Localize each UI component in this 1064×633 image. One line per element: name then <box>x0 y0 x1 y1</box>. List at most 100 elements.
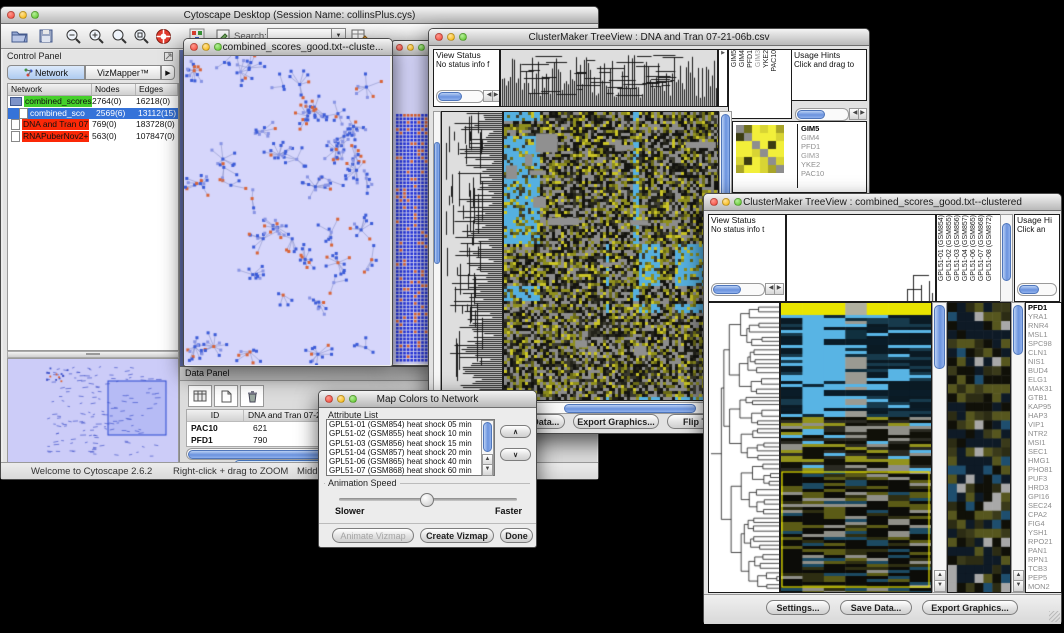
move-up-button[interactable]: ∧ <box>500 425 531 438</box>
tv1-heatmap-canvas[interactable] <box>503 111 719 401</box>
create-vizmap-button[interactable]: Create Vizmap <box>420 528 494 543</box>
tv2-save-data-button[interactable]: Save Data... <box>840 600 912 615</box>
tv2-heatmap-vscrollbar[interactable]: ▲ ▼ <box>932 302 947 593</box>
window-controls[interactable] <box>710 198 742 206</box>
gene-label[interactable]: CLN1 <box>1028 348 1061 357</box>
close-button[interactable] <box>190 43 198 51</box>
column-label[interactable]: GPL51-08 (GSM872) <box>986 215 994 281</box>
tab-vizmapper[interactable]: VizMapper™ <box>85 65 161 80</box>
col-network[interactable]: Network <box>8 84 92 95</box>
tv2-settings-button[interactable]: Settings... <box>766 600 830 615</box>
minimize-button[interactable] <box>407 44 414 51</box>
close-button[interactable] <box>710 198 718 206</box>
float-panel-icon[interactable] <box>164 52 173 61</box>
network-row-selected[interactable]: combined_sco 2569(6) 13112(15) <box>8 108 178 120</box>
tab-network[interactable]: Network <box>7 65 85 80</box>
tv1-export-graphics-button[interactable]: Export Graphics... <box>573 414 659 429</box>
tv2-row-dendrogram-canvas[interactable] <box>708 302 780 593</box>
gene-label[interactable]: SPC98 <box>1028 339 1061 348</box>
tv2-heatmap-canvas[interactable] <box>780 302 932 593</box>
window-controls[interactable] <box>7 11 39 19</box>
row-label[interactable]: GIM3 <box>801 151 867 160</box>
tv2-export-graphics-button[interactable]: Export Graphics... <box>922 600 1018 615</box>
attribute-item[interactable]: GPL51-01 (GSM854) heat shock 05 min <box>327 420 494 429</box>
column-label[interactable]: PAC10 <box>771 50 779 72</box>
tv1-hints-hscrollbar[interactable] <box>795 108 849 121</box>
scroll-right-arrow[interactable]: ▶ <box>774 283 784 295</box>
gene-label[interactable]: RNR4 <box>1028 321 1061 330</box>
scroll-down-arrow[interactable]: ▼ <box>482 464 493 476</box>
network-row-rnapuber[interactable]: RNAPuberNov2+ 563(0) 107847(0) <box>8 131 178 143</box>
move-down-button[interactable]: ∨ <box>500 448 531 461</box>
window-controls[interactable] <box>190 43 222 51</box>
network-titlebar[interactable]: combined_scores_good.txt--cluste... <box>184 39 392 56</box>
dialog-titlebar[interactable]: Map Colors to Network <box>319 391 536 408</box>
scroll-down-arrow[interactable]: ▼ <box>1013 580 1024 592</box>
row-label[interactable]: PAC10 <box>801 169 867 178</box>
attribute-item[interactable]: GPL51-02 (GSM855) heat shock 10 min <box>327 429 494 438</box>
zoom-button[interactable] <box>459 33 467 41</box>
col-edges[interactable]: Edges <box>136 84 178 95</box>
gene-label[interactable]: MAK31 <box>1028 384 1061 393</box>
network-row-combined-scores[interactable]: combined_scores 2764(0) 16218(0) <box>8 96 178 108</box>
column-label[interactable]: YKE2 <box>763 50 771 68</box>
row-label[interactable]: PFD1 <box>801 142 867 151</box>
column-label[interactable]: GPL51-07 (GSM868) <box>978 215 986 281</box>
minimize-button[interactable] <box>337 395 345 403</box>
zoom-button[interactable] <box>31 11 39 19</box>
tv1-similarity-matrix-canvas[interactable] <box>736 125 784 173</box>
panel-splitter[interactable] <box>7 351 179 358</box>
resize-grip[interactable] <box>1049 611 1060 622</box>
id-column-header[interactable]: ID <box>187 410 244 421</box>
gene-label[interactable]: KAP95 <box>1028 402 1061 411</box>
row-label[interactable]: GIM5 <box>801 124 867 133</box>
tv2-zoomed-heatmap-canvas[interactable] <box>947 302 1011 593</box>
column-label[interactable]: GIM4 <box>739 50 747 67</box>
close-button[interactable] <box>325 395 333 403</box>
zoom-fit-icon[interactable] <box>109 27 129 45</box>
main-titlebar[interactable]: Cytoscape Desktop (Session Name: collins… <box>1 7 598 24</box>
treeview1-titlebar[interactable]: ClusterMaker TreeView : DNA and Tran 07-… <box>429 29 869 46</box>
gene-label[interactable]: SEC24 <box>1028 501 1061 510</box>
zoom-button[interactable] <box>418 44 425 51</box>
column-label[interactable]: PFD1 <box>747 50 755 68</box>
gene-label[interactable]: PAN1 <box>1028 546 1061 555</box>
zoom-button[interactable] <box>214 43 222 51</box>
attribute-item[interactable]: GPL51-06 (GSM865) heat shock 40 min <box>327 457 494 466</box>
network-canvas[interactable] <box>184 56 390 365</box>
done-button[interactable]: Done <box>500 528 533 543</box>
gene-label[interactable]: YSH1 <box>1028 528 1061 537</box>
gene-label[interactable]: TCB3 <box>1028 564 1061 573</box>
tab-overflow-arrow[interactable]: ▶ <box>161 65 175 80</box>
gene-label[interactable]: PEP5 <box>1028 573 1061 582</box>
gene-label[interactable]: MON2 <box>1028 582 1061 591</box>
column-label[interactable]: GIM5 <box>731 50 739 67</box>
animate-vizmap-button[interactable]: Animate Vizmap <box>332 528 414 543</box>
zoom-button[interactable] <box>349 395 357 403</box>
gene-label[interactable]: CPA2 <box>1028 510 1061 519</box>
open-file-button[interactable] <box>9 27 29 45</box>
gene-label[interactable]: HMG1 <box>1028 456 1061 465</box>
treeview2-titlebar[interactable]: ClusterMaker TreeView : combined_scores_… <box>704 194 1061 211</box>
tv2-zoom-vscrollbar[interactable]: ▲ ▼ <box>1011 302 1025 593</box>
close-button[interactable] <box>7 11 15 19</box>
animation-slider-thumb[interactable] <box>420 493 434 507</box>
col-nodes[interactable]: Nodes <box>92 84 136 95</box>
attribute-item[interactable]: GPL51-07 (GSM868) heat shock 60 min <box>327 466 494 475</box>
gene-label[interactable]: NIS1 <box>1028 357 1061 366</box>
minimize-button[interactable] <box>202 43 210 51</box>
scroll-down-arrow[interactable]: ▼ <box>934 580 946 592</box>
gene-label[interactable]: GPI16 <box>1028 492 1061 501</box>
zoom-selected-icon[interactable] <box>131 27 151 45</box>
minimize-button[interactable] <box>19 11 27 19</box>
gene-label[interactable]: BUD4 <box>1028 366 1061 375</box>
delete-attribute-trash-icon[interactable] <box>240 385 264 407</box>
tv1-row-dendrogram-canvas[interactable] <box>441 111 503 401</box>
attribute-list-vscrollbar[interactable]: ▲ ▼ <box>481 420 494 475</box>
gene-label[interactable]: FIG4 <box>1028 519 1061 528</box>
gene-label[interactable]: RPO21 <box>1028 537 1061 546</box>
row-label[interactable]: GIM4 <box>801 133 867 142</box>
tv1-status-hscrollbar[interactable] <box>436 90 484 103</box>
gene-label[interactable]: GTB1 <box>1028 393 1061 402</box>
gene-label[interactable]: PHO81 <box>1028 465 1061 474</box>
